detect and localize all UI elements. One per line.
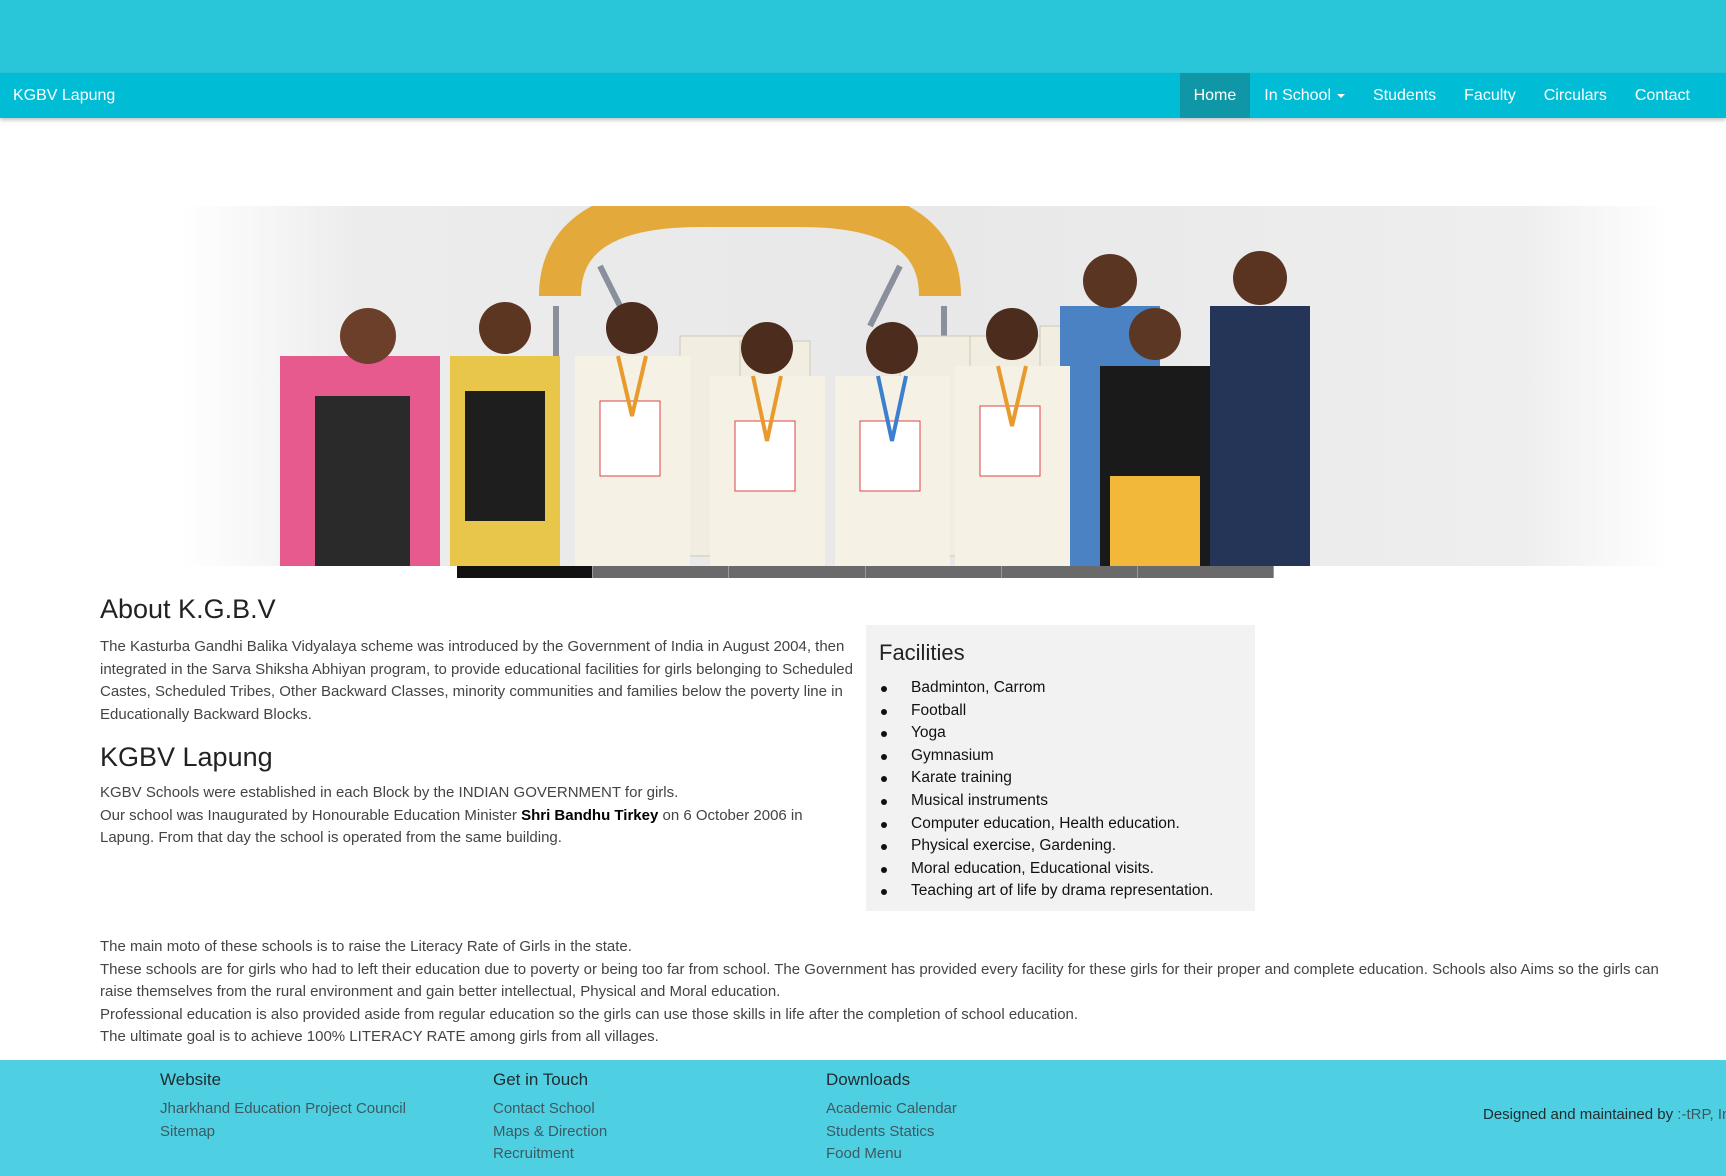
footer-website-heading: Website	[160, 1070, 222, 1089]
footer-downloads-column: Downloads Academic Calendar Students Sta…	[826, 1070, 957, 1166]
facility-item: Gymnasium	[880, 745, 1213, 768]
navbar: KGBV Lapung Home In School Students Facu…	[0, 73, 1726, 118]
minister-name: Shri Bandhu Tirkey	[521, 806, 659, 824]
lapung-line-1: KGBV Schools were established in each Bl…	[100, 784, 679, 801]
facility-item: Moral education, Educational visits.	[880, 858, 1213, 881]
nav-contact-label: Contact	[1634, 87, 1690, 104]
kgbv-lapung-text: KGBV Schools were established in each Bl…	[100, 782, 855, 850]
nav-circulars[interactable]: Circulars	[1530, 73, 1621, 118]
footer-link-students-statics[interactable]: Students Statics	[826, 1121, 957, 1144]
footer-downloads-heading: Downloads	[826, 1070, 911, 1089]
facility-item: Yoga	[880, 722, 1213, 745]
facility-item: Karate training	[880, 767, 1213, 790]
footer-link-jepc[interactable]: Jharkhand Education Project Council	[160, 1098, 406, 1121]
facilities-panel: Facilities Badminton, Carrom Football Yo…	[866, 625, 1255, 911]
mission-line: The ultimate goal is to achieve 100% LIT…	[100, 1028, 659, 1046]
facilities-list: Badminton, Carrom Football Yoga Gymnasiu…	[866, 677, 1213, 903]
image-carousel	[0, 118, 1726, 580]
about-text: The Kasturba Gandhi Balika Vidyalaya sch…	[100, 638, 853, 723]
mission-text: The main moto of these schools is to rai…	[100, 936, 1680, 1049]
nav-contact[interactable]: Contact	[1621, 73, 1704, 118]
nav-faculty[interactable]: Faculty	[1450, 73, 1530, 118]
lapung-line-2: Our school was Inaugurated by Honourable…	[100, 805, 855, 850]
facility-item: Badminton, Carrom	[880, 677, 1213, 700]
mission-line: The main moto of these schools is to rai…	[100, 938, 632, 955]
nav-faculty-label: Faculty	[1464, 87, 1516, 104]
nav-spacer	[1704, 73, 1726, 118]
facility-item: Physical exercise, Gardening.	[880, 835, 1213, 858]
carousel-slide-image	[180, 206, 1670, 566]
footer-link-sitemap[interactable]: Sitemap	[160, 1121, 406, 1144]
nav-circulars-label: Circulars	[1543, 87, 1607, 104]
footer-website-column: Website Jharkhand Education Project Coun…	[160, 1070, 406, 1143]
lapung-line-2-start: Our school was Inaugurated by Honourable…	[100, 806, 522, 824]
nav-home-label: Home	[1193, 87, 1237, 104]
footer-link-recruitment[interactable]: Recruitment	[493, 1143, 607, 1166]
carousel-indicator-4[interactable]	[865, 566, 1002, 578]
top-band	[0, 0, 1726, 73]
group-photo	[180, 206, 1670, 566]
nav-students[interactable]: Students	[1359, 73, 1450, 118]
nav-in-school-dropdown[interactable]: In School	[1250, 73, 1359, 118]
about-heading: About K.G.B.V	[100, 594, 276, 624]
carousel-indicator-5[interactable]	[1001, 566, 1138, 578]
carousel-indicator-1[interactable]	[457, 566, 594, 578]
facility-item: Musical instruments	[880, 790, 1213, 813]
mission-line: Professional education is also provided …	[100, 1005, 1079, 1023]
caret-down-icon	[1337, 93, 1345, 98]
footer-contact-heading: Get in Touch	[493, 1070, 589, 1089]
carousel-indicator-6[interactable]	[1137, 566, 1275, 578]
nav-students-label: Students	[1373, 87, 1437, 104]
nav-menu: Home In School Students Faculty Circular…	[1179, 73, 1726, 118]
footer-credit: Designed and maintained by :-tRP, India	[1483, 1106, 1726, 1123]
facilities-heading: Facilities	[879, 640, 965, 665]
credit-link[interactable]: :-tRP, India	[1677, 1106, 1726, 1123]
footer-contact-column: Get in Touch Contact School Maps & Direc…	[493, 1070, 607, 1166]
carousel-indicator-3[interactable]	[729, 566, 866, 578]
footer-link-academic-calendar[interactable]: Academic Calendar	[826, 1098, 957, 1121]
facility-item: Football	[880, 700, 1213, 723]
carousel-indicator-2[interactable]	[593, 566, 730, 578]
mission-line: These schools are for girls who had to l…	[100, 960, 1659, 1001]
facility-item: Computer education, Health education.	[880, 813, 1213, 836]
footer-link-contact-school[interactable]: Contact School	[493, 1098, 607, 1121]
brand-link[interactable]: KGBV Lapung	[13, 73, 115, 118]
footer-link-food-menu[interactable]: Food Menu	[826, 1143, 957, 1166]
credit-text: Designed and maintained by	[1483, 1106, 1678, 1123]
nav-home[interactable]: Home	[1179, 73, 1251, 118]
footer-link-maps-direction[interactable]: Maps & Direction	[493, 1121, 607, 1144]
nav-in-school-label: In School	[1264, 87, 1331, 104]
facility-item: Teaching art of life by drama representa…	[880, 880, 1213, 903]
footer: Website Jharkhand Education Project Coun…	[0, 1060, 1726, 1176]
carousel-indicators	[457, 566, 1275, 578]
kgbv-lapung-heading: KGBV Lapung	[100, 742, 273, 772]
